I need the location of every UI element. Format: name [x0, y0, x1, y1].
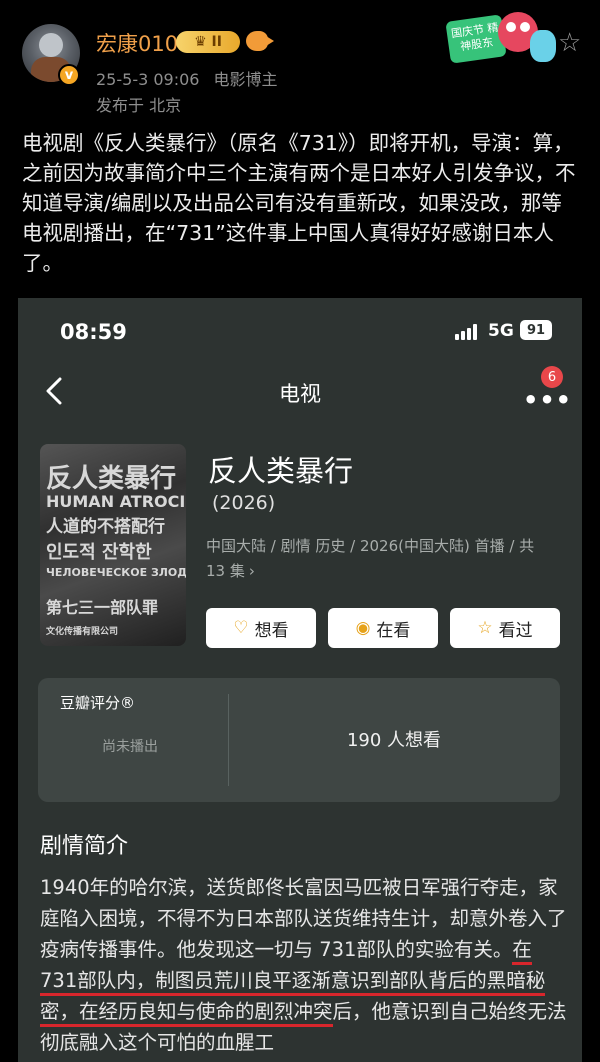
heart-plus-icon: ♡ [233, 617, 249, 638]
watching-button[interactable]: ◉ 在看 [328, 608, 438, 648]
nav-title: 电视 [279, 382, 321, 406]
watched-button[interactable]: ☆ 看过 [450, 608, 560, 648]
rating-card[interactable]: 豆瓣评分® 尚未播出 190 人想看 [38, 678, 560, 802]
star-outline-icon: ☆ [477, 617, 493, 638]
synopsis-part: 1940年的哈尔滨，送货郎佟长富因马匹被日军强行夺走，家庭陷入困境，不得不为日本… [40, 876, 567, 961]
post-header: v 宏康010 ♛ II 25-5-3 09:06 电影博主 发布于 北京 国庆节… [0, 0, 600, 120]
status-time: 08:59 [60, 320, 127, 344]
poster-line: 人道的不搭配行 [46, 517, 165, 537]
circle-dot-icon: ◉ [355, 617, 371, 638]
poster-line: 文化传播有限公司 [46, 627, 119, 637]
post-meta: 25-5-3 09:06 电影博主 [96, 66, 277, 90]
watching-label: 在看 [376, 620, 411, 641]
poster-line: HUMAN ATROCI [46, 492, 186, 511]
sticker-card: 国庆节 精神股东 [445, 14, 507, 64]
verified-icon: v [58, 64, 80, 86]
rating-status: 尚未播出 [102, 739, 158, 755]
show-poster[interactable]: 反人类暴行 HUMAN ATROCI 人道的不搭配行 인도적 잔학한 ЧЕЛОВ… [40, 444, 186, 646]
post-source: 电影博主 [213, 70, 278, 89]
battery-icon: 91 [520, 320, 552, 340]
notification-badge: 6 [541, 366, 563, 388]
show-info-text: 中国大陆 / 剧情 历史 / 2026(中国大陆) 首播 / 共 13 集 [206, 537, 535, 580]
want-to-watch-button[interactable]: ♡ 想看 [206, 608, 316, 648]
sticker-blob [530, 30, 556, 62]
level-badge: ♛ II [176, 31, 240, 53]
poster-line: 反人类暴行 [46, 464, 177, 494]
watched-label: 看过 [498, 620, 533, 641]
festival-sticker[interactable]: 国庆节 精神股东 [445, 8, 558, 72]
wish-count: 190 人想看 [346, 730, 442, 751]
post-body-text: 电视剧《反人类暴行》（原名《731》）即将开机，导演：算，之前因为故事简介中三个… [22, 131, 576, 275]
show-info[interactable]: 中国大陆 / 剧情 历史 / 2026(中国大陆) 首播 / 共 13 集 › [206, 534, 556, 584]
more-options-icon[interactable]: ••• [523, 388, 572, 412]
chevron-right-icon: › [248, 562, 255, 580]
username[interactable]: 宏康010 [96, 28, 178, 58]
show-year: (2026) [212, 492, 276, 514]
fish-icon [246, 31, 274, 51]
synopsis-text: 1940年的哈尔滨，送货郎佟长富因马匹被日军强行夺走，家庭陷入困境，不得不为日本… [40, 872, 570, 1058]
synopsis-heading: 剧情简介 [40, 834, 129, 859]
embedded-screenshot: 08:59 5G 91 电视 ••• 6 反人类暴行 HUMAN ATROCI … [18, 298, 582, 1062]
poster-line: 인도적 잔학한 [46, 542, 152, 563]
want-label: 想看 [254, 620, 289, 641]
poster-line: 第七三一部队罪 [46, 598, 159, 617]
show-title: 反人类暴行 [208, 454, 354, 488]
network-type: 5G [488, 321, 514, 341]
favorite-star-icon[interactable]: ☆ [558, 30, 581, 56]
poster-line: ЧЕЛОВЕЧЕСКОЕ ЗЛОДЕ [46, 566, 186, 579]
signal-icon [455, 324, 479, 340]
avatar-head [39, 33, 63, 57]
douban-rating-label: 豆瓣评分® [60, 694, 136, 712]
post-location: 发布于 北京 [96, 96, 182, 115]
post-time: 25-5-3 09:06 [96, 70, 200, 89]
